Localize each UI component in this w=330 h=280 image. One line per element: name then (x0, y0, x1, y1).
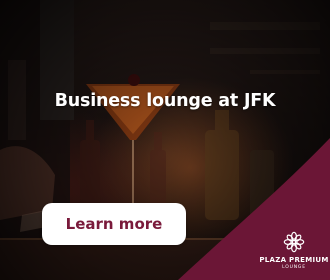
learn-more-button[interactable]: Learn more (42, 203, 186, 245)
brand-subtitle: LOUNGE (282, 265, 306, 270)
flower-logo-icon (283, 231, 305, 253)
ad-banner[interactable]: Business lounge at JFK Learn more PLAZA … (0, 0, 330, 280)
brand-name: PLAZA PREMIUM (259, 256, 329, 264)
headline: Business lounge at JFK (54, 91, 276, 111)
brand-logo[interactable]: PLAZA PREMIUM LOUNGE (259, 231, 329, 270)
